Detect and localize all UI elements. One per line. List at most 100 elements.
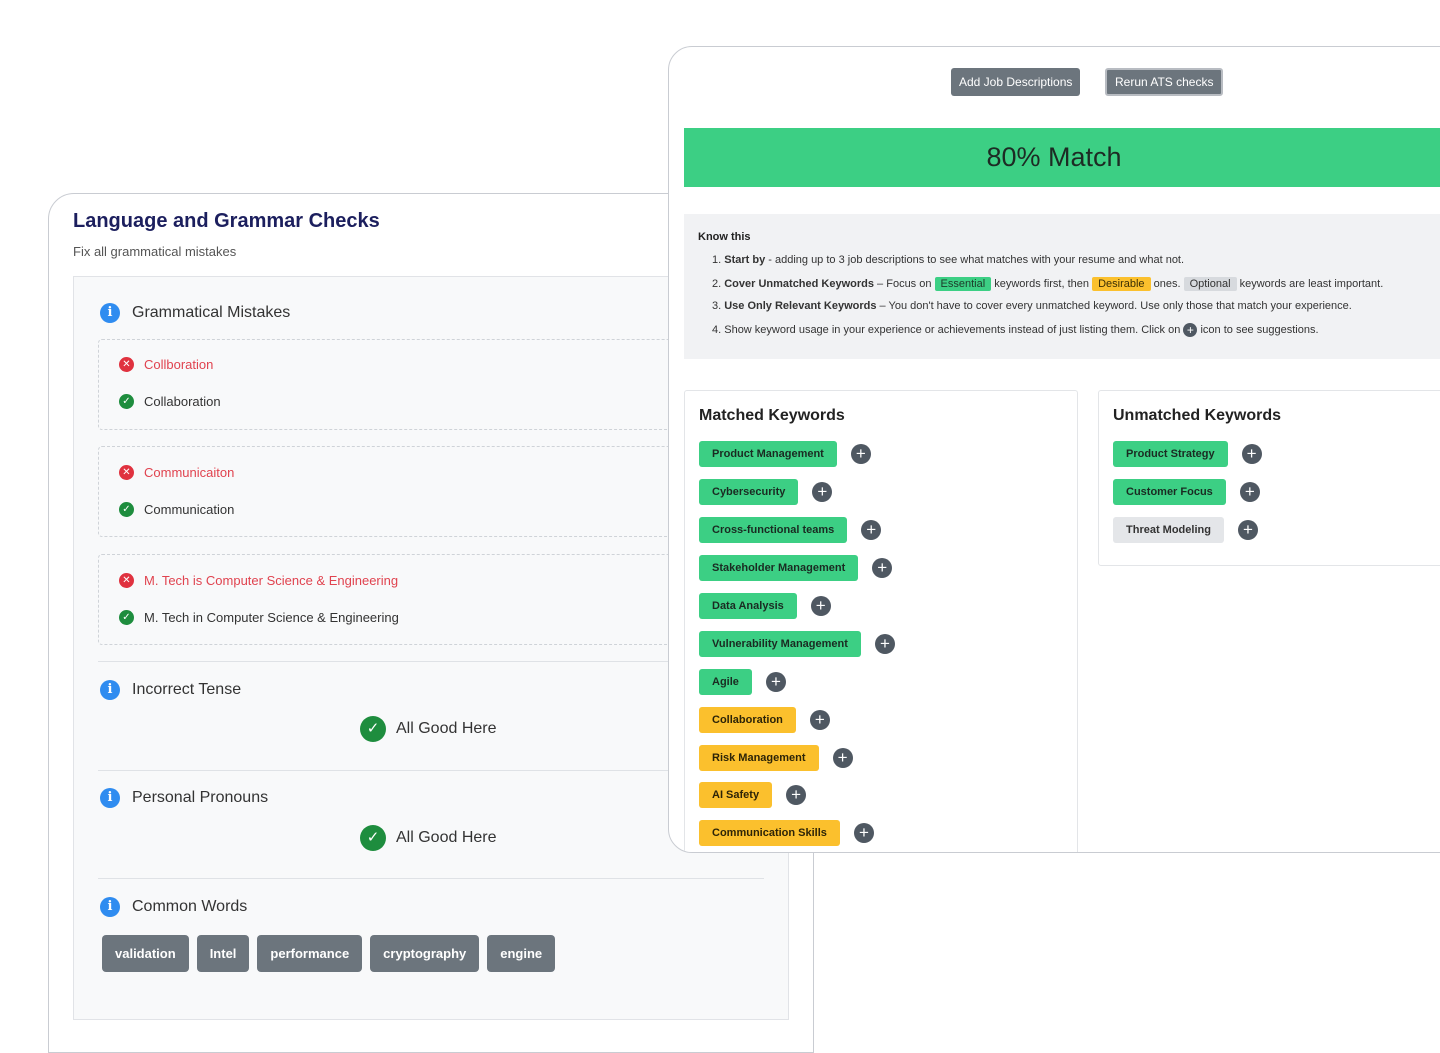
x-circle-icon: ✕ xyxy=(119,357,134,372)
know-item-1: 1. Start by - adding up to 3 job descrip… xyxy=(712,254,1185,266)
keyword-chip[interactable]: AI Safety xyxy=(699,782,773,808)
info-icon[interactable]: i xyxy=(100,680,120,700)
essential-tag: Essential xyxy=(934,277,992,291)
section-personal-pronouns: i Personal Pronouns xyxy=(100,788,268,808)
know-item-text: Show keyword usage in your experience or… xyxy=(724,323,1184,336)
plus-circle-icon[interactable]: + xyxy=(874,634,895,654)
keyword-chip[interactable]: Collaboration xyxy=(699,707,796,733)
keyword-chip[interactable]: Threat Modeling xyxy=(1113,517,1224,543)
plus-circle-icon[interactable]: + xyxy=(786,785,807,805)
keyword-chip[interactable]: Stakeholder Management xyxy=(699,555,859,581)
matched-keywords-title: Matched Keywords xyxy=(699,407,845,424)
keyword-chip[interactable]: Customer Focus xyxy=(1113,479,1226,505)
ats-match-card: Add Job Descriptions Rerun ATS checks 80… xyxy=(668,46,1440,853)
mistake-correct-text: M. Tech in Computer Science & Engineerin… xyxy=(144,610,399,625)
know-item-bold: Cover Unmatched Keywords xyxy=(724,278,874,290)
plus-circle-icon[interactable]: + xyxy=(861,520,882,540)
keyword-row: Agile + xyxy=(699,669,786,695)
mistake-wrong-text: Communicaiton xyxy=(144,465,235,480)
section-label: Personal Pronouns xyxy=(132,789,269,806)
divider xyxy=(98,661,764,662)
keyword-row: AI Safety + xyxy=(699,782,807,808)
plus-circle-icon[interactable]: + xyxy=(1237,520,1258,540)
plus-circle-icon[interactable]: + xyxy=(853,823,874,843)
keyword-chip[interactable]: Agile xyxy=(699,669,752,695)
keyword-chip[interactable]: Communication Skills xyxy=(699,820,840,846)
plus-circle-icon[interactable]: + xyxy=(810,596,831,616)
know-item-text: keywords first, then xyxy=(991,278,1093,290)
check-circle-icon: ✓ xyxy=(119,502,134,517)
info-icon[interactable]: i xyxy=(100,897,120,917)
plus-circle-icon[interactable]: + xyxy=(872,558,893,578)
check-circle-icon: ✓ xyxy=(360,716,386,742)
common-words-list: validation Intel performance cryptograph… xyxy=(102,935,556,972)
know-item-bold: Start by xyxy=(724,254,766,266)
keyword-chip[interactable]: Vulnerability Management xyxy=(699,631,861,657)
common-word-chip: engine xyxy=(487,935,556,972)
mistake-wrong-text: M. Tech is Computer Science & Engineerin… xyxy=(144,573,399,588)
mistake-item: ✕ M. Tech is Computer Science & Engineer… xyxy=(98,554,738,645)
know-item-3: 3. Use Only Relevant Keywords – You don'… xyxy=(712,300,1352,312)
keyword-chip[interactable]: Data Analysis xyxy=(699,593,797,619)
common-word-chip: Intel xyxy=(196,935,250,972)
plus-circle-icon[interactable]: + xyxy=(850,444,871,464)
know-this-panel: Know this 1. Start by - adding up to 3 j… xyxy=(684,214,1440,359)
info-icon[interactable]: i xyxy=(100,788,120,808)
keyword-row: Cross-functional teams + xyxy=(699,517,882,543)
grammar-title: Language and Grammar Checks xyxy=(73,210,380,232)
check-circle-icon: ✓ xyxy=(119,610,134,625)
info-icon[interactable]: i xyxy=(100,303,120,323)
match-score-banner: 80% Match xyxy=(684,128,1440,187)
keyword-row: Stakeholder Management + xyxy=(699,555,893,581)
divider xyxy=(98,770,764,771)
optional-tag: Optional xyxy=(1183,277,1237,291)
unmatched-keywords-panel: Unmatched Keywords Product Strategy + Cu… xyxy=(1098,390,1440,566)
mistake-item: ✕ Collboration ✓ Collaboration xyxy=(98,339,738,430)
keyword-chip[interactable]: Cybersecurity xyxy=(699,479,799,505)
keyword-row: Product Strategy + xyxy=(1113,441,1262,467)
keyword-row: Data Analysis + xyxy=(699,593,831,619)
section-label: Common Words xyxy=(132,898,248,915)
plus-circle-icon[interactable]: + xyxy=(765,672,786,692)
section-common-words: i Common Words xyxy=(100,897,247,917)
know-item-text: – You don't have to cover every unmatche… xyxy=(876,300,1352,312)
plus-circle-icon[interactable]: + xyxy=(1241,444,1262,464)
unmatched-keywords-title: Unmatched Keywords xyxy=(1113,407,1282,424)
plus-circle-icon[interactable]: + xyxy=(832,748,853,768)
grammar-subtitle: Fix all grammatical mistakes xyxy=(73,244,237,259)
section-incorrect-tense: i Incorrect Tense xyxy=(100,680,241,700)
plus-circle-icon[interactable]: + xyxy=(812,482,833,502)
know-item-text: icon to see suggestions. xyxy=(1197,323,1319,336)
know-this-title: Know this xyxy=(698,231,751,243)
know-item-2: 2. Cover Unmatched Keywords – Focus on E… xyxy=(712,277,1384,291)
know-item-text: ones. xyxy=(1150,278,1184,290)
keyword-chip[interactable]: Risk Management xyxy=(699,745,819,771)
mistake-wrong-text: Collboration xyxy=(144,357,214,372)
common-word-chip: cryptography xyxy=(370,935,480,972)
mistake-correct-text: Collaboration xyxy=(144,394,221,409)
know-item-text: – Focus on xyxy=(874,278,935,290)
know-item-text: - adding up to 3 job descriptions to see… xyxy=(765,254,1185,266)
keyword-chip[interactable]: Product Strategy xyxy=(1113,441,1228,467)
plus-circle-icon[interactable]: + xyxy=(809,710,830,730)
x-circle-icon: ✕ xyxy=(119,573,134,588)
keyword-chip[interactable]: Product Management xyxy=(699,441,837,467)
keyword-row: Cybersecurity + xyxy=(699,479,833,505)
keyword-row: Communication Skills + xyxy=(699,820,874,846)
status-text: All Good Here xyxy=(396,829,497,846)
mistake-correct-text: Communication xyxy=(144,502,235,517)
keyword-chip[interactable]: Cross-functional teams xyxy=(699,517,848,543)
keyword-row: Vulnerability Management + xyxy=(699,631,895,657)
rerun-ats-checks-button[interactable]: Rerun ATS checks xyxy=(1105,68,1224,96)
plus-circle-icon[interactable]: + xyxy=(1239,482,1260,502)
x-circle-icon: ✕ xyxy=(119,465,134,480)
section-label: Grammatical Mistakes xyxy=(132,304,291,321)
keyword-row: Threat Modeling + xyxy=(1113,517,1258,543)
common-word-chip: performance xyxy=(257,935,363,972)
status-text: All Good Here xyxy=(396,720,497,737)
keyword-row: Product Management + xyxy=(699,441,871,467)
know-item-4: 4. Show keyword usage in your experience… xyxy=(712,323,1319,337)
divider xyxy=(98,878,764,879)
desirable-tag: Desirable xyxy=(1092,277,1151,291)
add-job-descriptions-button[interactable]: Add Job Descriptions xyxy=(951,68,1081,96)
